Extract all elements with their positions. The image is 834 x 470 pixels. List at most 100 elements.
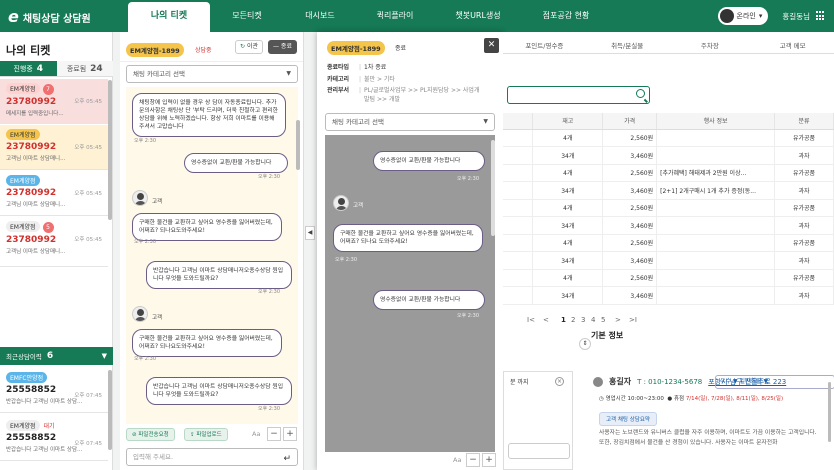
store-tag: EM계양점 [6, 420, 40, 431]
prev-page-button[interactable]: < [543, 316, 549, 324]
first-page-button[interactable]: I< [527, 316, 535, 324]
table-cell: 4개 [532, 129, 604, 147]
font-decrease-button[interactable]: − [466, 453, 480, 467]
table-row[interactable]: 34개 3,460원 [2+1] 2개구매시 1개 추가 증정(동... 과자 [503, 181, 834, 200]
recent-item[interactable]: EMFC안양점 25558852 반갑습니다 고객님 이마트 상담... 오후 … [0, 368, 108, 413]
table-cell: 2,560원 [602, 164, 658, 182]
scrollbar[interactable] [296, 120, 300, 170]
page-2[interactable]: 2 [571, 316, 575, 324]
file-transfer-request-button[interactable]: ⊘ 파일전송요청 [126, 428, 175, 441]
transfer-button[interactable]: ↻ 이관 [235, 40, 263, 54]
file-upload-button[interactable]: ⇪ 파일업로드 [184, 428, 228, 441]
chevron-down-icon: ▼ [286, 70, 291, 77]
tab-receipt[interactable]: 포인트/영수증 [503, 40, 586, 53]
chevron-down-icon: ▾ [758, 12, 763, 20]
table-cell: 2,560원 [602, 234, 658, 252]
page-3[interactable]: 3 [581, 316, 585, 324]
font-increase-button[interactable]: + [482, 453, 496, 467]
ticket-time: 오후 05:45 [74, 191, 102, 197]
last-page-button[interactable]: >I [629, 316, 637, 324]
recent-history-header[interactable]: 최근상담이력 6 ▼ [0, 347, 113, 365]
scrollbar[interactable] [491, 140, 495, 236]
upload-icon: ⇪ [190, 432, 195, 438]
user-icon [593, 376, 603, 387]
end-button[interactable]: — 종료 [268, 40, 297, 54]
table-row[interactable]: 4개 2,560원 유가공품 [503, 234, 834, 252]
nav-tab-chatbot-url[interactable]: 챗봇URL생성 [440, 0, 516, 32]
button-label: 파일업로드 [196, 432, 222, 438]
nav-tab-store-status[interactable]: 점포공감 현황 [528, 0, 604, 32]
nav-tab-all-tickets[interactable]: 모든티켓 [216, 0, 278, 32]
chat-panel: EM계양점-1899 상담중 ↻ 이관 — 종료 채팅 카테고리 선택 ▼ 채팅창… [120, 32, 304, 470]
table-cell: 유가공품 [774, 234, 834, 252]
table-cell: 유가공품 [774, 129, 834, 147]
customer-phone[interactable]: T : 010-1234-5678 [637, 378, 702, 386]
table-cell: 34개 [532, 146, 604, 165]
memo-select[interactable] [508, 443, 570, 459]
font-increase-button[interactable]: + [283, 427, 297, 441]
chevron-down-icon: ▼ [101, 352, 107, 360]
nav-tab-dashboard[interactable]: 대시보드 [290, 0, 350, 32]
page-1[interactable]: 1 [561, 316, 566, 324]
app-title: 채팅상담 상담원 [22, 14, 91, 25]
chat-header: EM계양점-1899 상담중 ↻ 이관 — 종료 [120, 32, 303, 62]
resize-handle-icon[interactable]: ⇕ [579, 338, 591, 350]
closed-dates: 7/14(일), 7/28(일), 8/11(일), 8/25(일) [685, 396, 784, 402]
user-name[interactable]: 홍길동님 [782, 11, 810, 22]
ticket-item[interactable]: EM계양점 5 23780992 고객님 이마트 상담매니... 오후 05:45 [0, 217, 108, 267]
nav-tab-my-tickets[interactable]: 나의 티켓 [128, 2, 210, 32]
collapse-left-icon[interactable]: ◀ [305, 226, 315, 240]
table-row[interactable]: 4개 2,560원 [추가혜택] 해태제과 2만원 이상... 유가공품 [503, 164, 834, 182]
ticket-item[interactable]: EM계양점 23780992 고객님 이마트 상담매니... 오후 05:45 [0, 125, 108, 170]
table-row[interactable]: 34개 3,460원 과자 [503, 216, 834, 235]
table-cell [503, 181, 534, 200]
panel-title: 나의 티켓 [6, 44, 51, 57]
ticket-tag: EM계양점-1899 [327, 41, 385, 55]
wait-label: 대기 [43, 423, 55, 430]
table-cell: 과자 [774, 216, 834, 235]
table-row[interactable]: 4개 2,560원 유가공품 [503, 269, 834, 287]
scrollbar[interactable] [108, 80, 112, 220]
page-4[interactable]: 4 [591, 316, 595, 324]
next-page-button[interactable]: > [615, 316, 621, 324]
table-row[interactable]: 34개 3,460원 과자 [503, 286, 834, 305]
category-select[interactable]: 채팅 카테고리 선택 ▼ [126, 65, 298, 83]
tab-in-progress[interactable]: 진행중 4 [0, 61, 57, 76]
table-cell [656, 269, 776, 287]
table-row[interactable]: 4개 2,560원 유가공품 [503, 129, 834, 147]
close-button[interactable]: ✕ [484, 38, 499, 53]
customer-info-panel: 포인트/영수증 취득/분실물 주차장 고객 메모 재고 가격 행사 정보 분류 … [503, 32, 834, 470]
table-row[interactable]: 34개 3,460원 과자 [503, 251, 834, 270]
tab-lost-found[interactable]: 취득/분실물 [586, 40, 669, 53]
agent-message: 영수증없이 교환/환불 가능합니다 [373, 290, 485, 310]
app-logo: e 채팅상담 상담원 [8, 7, 91, 26]
category-select[interactable]: 채팅 카테고리 선택 ▼ [325, 113, 495, 131]
apps-grid-icon[interactable] [816, 11, 826, 21]
search-icon[interactable] [636, 89, 645, 98]
nav-tab-quick-reply[interactable]: 퀵리플라이 [360, 0, 430, 32]
table-row[interactable]: 34개 3,460원 과자 [503, 146, 834, 165]
table-cell: [추가혜택] 해태제과 2만원 이상... [656, 164, 776, 182]
table-cell [503, 199, 534, 217]
table-row[interactable]: 4개 2,560원 유가공품 [503, 199, 834, 217]
tab-parking[interactable]: 주차장 [669, 40, 752, 53]
ticket-time: 오후 05:45 [74, 145, 102, 151]
table-cell [503, 164, 534, 182]
closed-icon: ● [667, 396, 673, 402]
product-search-input[interactable] [507, 86, 650, 104]
chat-input[interactable]: 입력해 주세요. ↵ [126, 448, 298, 466]
tab-customer-memo[interactable]: 고객 메모 [751, 40, 834, 53]
ticket-item[interactable]: EM계양점 23780992 고객님 이마트 상담매니... 오후 05:45 [0, 171, 108, 216]
end-type-row: 종료타입 | 1차 종료 [327, 64, 387, 71]
member-grade-select[interactable]: 우수 ▼ 일반회원 ▼ [715, 375, 834, 389]
status-dropdown[interactable]: 온라인 ▾ [717, 7, 769, 25]
scrollbar[interactable] [108, 370, 112, 450]
scrollbar[interactable] [828, 382, 831, 442]
font-decrease-button[interactable]: − [267, 427, 281, 441]
recent-item[interactable]: EM계양점 대기 25558852 반갑습니다 고객님 이마트 상담... 오후 … [0, 416, 108, 461]
enter-icon[interactable]: ↵ [283, 451, 291, 467]
close-icon[interactable]: × [555, 377, 564, 386]
page-5[interactable]: 5 [601, 316, 605, 324]
tab-closed[interactable]: 종료됨 24 [56, 61, 113, 76]
ticket-item[interactable]: EM계양점 7 23780992 메세지를 입력중입니다... 오후 05:45 [0, 79, 108, 124]
